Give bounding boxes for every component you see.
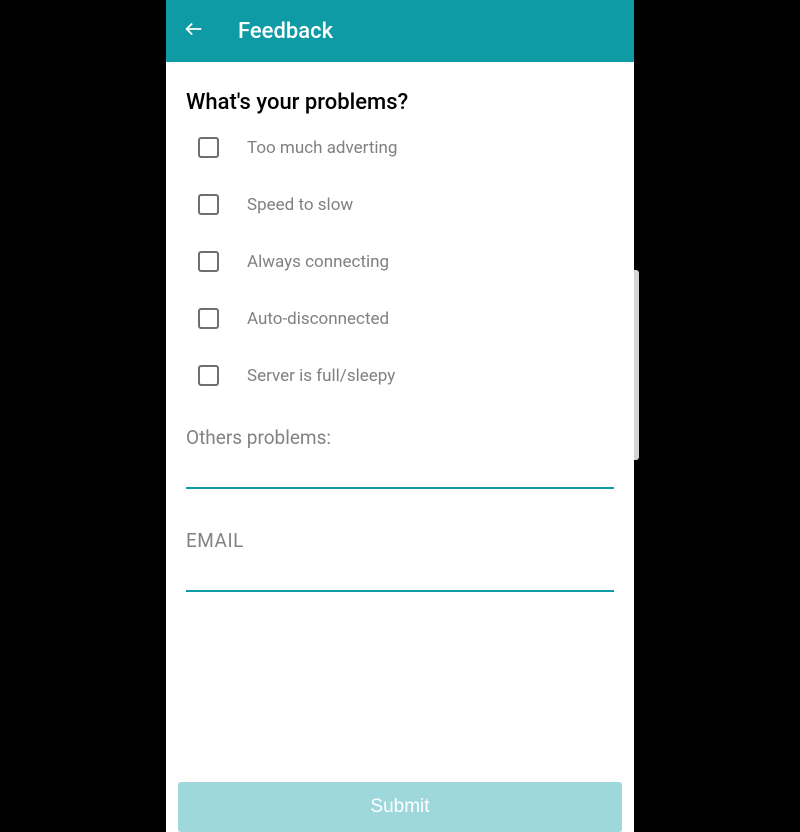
option-label: Speed to slow [247, 195, 353, 215]
page-title: Feedback [238, 19, 333, 44]
footer: Submit [166, 782, 634, 832]
others-label: Others problems: [186, 426, 614, 449]
arrow-left-icon [183, 18, 205, 44]
back-button[interactable] [182, 19, 206, 43]
question-heading: What's your problems? [186, 90, 614, 115]
email-label: EMAIL [186, 529, 614, 552]
app-header: Feedback [166, 0, 634, 62]
option-label: Too much adverting [247, 138, 397, 158]
checkbox-icon [198, 251, 219, 272]
option-always-connecting[interactable]: Always connecting [198, 251, 614, 272]
checkbox-icon [198, 137, 219, 158]
option-server-full-sleepy[interactable]: Server is full/sleepy [198, 365, 614, 386]
app-screen: Feedback What's your problems? Too much … [166, 0, 634, 832]
feedback-form: What's your problems? Too much adverting… [166, 62, 634, 782]
option-label: Auto-disconnected [247, 309, 389, 329]
option-label: Server is full/sleepy [247, 366, 395, 386]
submit-button-label: Submit [370, 796, 429, 818]
option-auto-disconnected[interactable]: Auto-disconnected [198, 308, 614, 329]
option-speed-to-slow[interactable]: Speed to slow [198, 194, 614, 215]
problem-options: Too much adverting Speed to slow Always … [186, 137, 614, 422]
option-label: Always connecting [247, 252, 389, 272]
checkbox-icon [198, 308, 219, 329]
checkbox-icon [198, 194, 219, 215]
checkbox-icon [198, 365, 219, 386]
submit-button[interactable]: Submit [178, 782, 622, 832]
email-input[interactable] [186, 554, 614, 592]
device-edge [634, 270, 639, 460]
others-input[interactable] [186, 451, 614, 489]
option-too-much-adverting[interactable]: Too much adverting [198, 137, 614, 158]
